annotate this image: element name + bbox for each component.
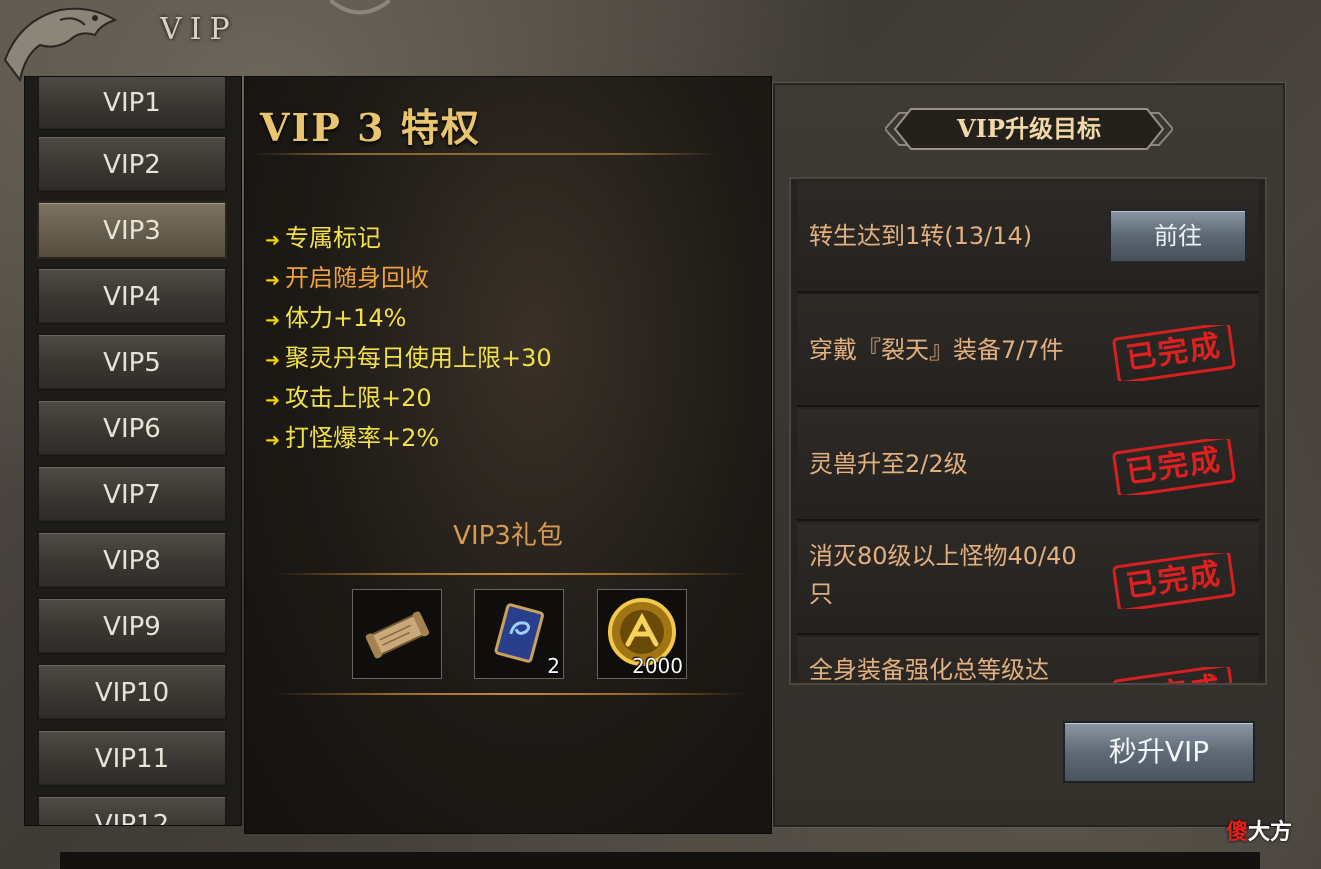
task-description: 穿戴『裂天』装备7/7件 <box>809 336 1064 364</box>
gift-item-slot[interactable]: 2 <box>474 589 564 679</box>
arrow-right-icon: ➜ <box>265 310 281 331</box>
arrow-right-icon: ➜ <box>265 350 281 371</box>
arrow-right-icon: ➜ <box>265 390 281 411</box>
benefit-item: ➜ 开启随身回收 <box>265 261 429 295</box>
vip-level-button-4[interactable]: VIP4 <box>37 267 227 325</box>
task-description: 转生达到1转(13/14) <box>809 222 1033 250</box>
task-description: 灵兽升至2/2级 <box>809 450 968 478</box>
arrow-right-icon: ➜ <box>265 230 281 251</box>
task-row: 全身装备强化总等级达 已完成 <box>797 637 1259 684</box>
gift-item-slot[interactable]: 2000 <box>597 589 687 679</box>
quick-upgrade-vip-button[interactable]: 秒升VIP <box>1063 721 1255 783</box>
gift-pack-title: VIP3礼包 <box>453 521 563 551</box>
task-row: 转生达到1转(13/14) 前往 <box>797 181 1259 293</box>
vip-level-button-11[interactable]: VIP11 <box>37 729 227 787</box>
window-title: VIP <box>160 12 238 47</box>
task-row: 穿戴『裂天』装备7/7件 已完成 <box>797 295 1259 407</box>
vip-level-button-3[interactable]: VIP3 <box>37 201 227 259</box>
privilege-panel: VIP 3 特权 ➜ 专属标记 ➜ 开启随身回收 ➜ 体力+14% ➜ 聚灵丹每日使用上… <box>244 76 772 834</box>
vip-level-button-10[interactable]: VIP10 <box>37 663 227 721</box>
goals-header-title: VIP升级目标 <box>957 114 1101 143</box>
goto-button[interactable]: 前往 <box>1109 209 1247 263</box>
completed-stamp: 已完成 <box>1112 436 1236 498</box>
watermark-logo: 傻大方 <box>1226 820 1293 845</box>
completed-stamp: 已完成 <box>1112 664 1236 683</box>
gift-item-slot[interactable] <box>352 589 442 679</box>
gift-divider-top <box>275 573 745 575</box>
arrow-right-icon: ➜ <box>265 270 281 291</box>
task-row: 灵兽升至2/2级 已完成 <box>797 409 1259 521</box>
benefit-item: ➜ 攻击上限+20 <box>265 381 432 415</box>
vip-level-button-2[interactable]: VIP2 <box>37 135 227 193</box>
bottom-frame-edge <box>60 852 1260 869</box>
task-list[interactable]: 转生达到1转(13/14) 前往 穿戴『裂天』装备7/7件 已完成 灵兽升至2/… <box>789 177 1267 685</box>
title-divider <box>255 153 715 155</box>
privilege-title: VIP 3 特权 <box>260 105 481 150</box>
task-description: 全身装备强化总等级达 <box>809 656 1049 684</box>
vip-level-button-7[interactable]: VIP7 <box>37 465 227 523</box>
benefit-item: ➜ 聚灵丹每日使用上限+30 <box>265 341 552 375</box>
vip-level-button-8[interactable]: VIP8 <box>37 531 227 589</box>
task-description: 消灭80级以上怪物40/40只 <box>809 542 1077 608</box>
vip-window: VIP VIP1 VIP2 VIP3 VIP4 VIP5 VIP6 VIP7 V… <box>0 0 1321 869</box>
vip-level-button-6[interactable]: VIP6 <box>37 399 227 457</box>
vip-level-button-12[interactable]: VIP12 <box>37 795 227 825</box>
task-row: 消灭80级以上怪物40/40只 已完成 <box>797 523 1259 635</box>
vip-level-list[interactable]: VIP1 VIP2 VIP3 VIP4 VIP5 VIP6 VIP7 VIP8 … <box>24 76 242 826</box>
vip-level-button-1[interactable]: VIP1 <box>37 77 227 131</box>
benefit-item: ➜ 专属标记 <box>265 221 381 255</box>
upgrade-goals-panel: VIP升级目标 转生达到1转(13/14) 前往 穿戴『裂天』装备7/7件 已完… <box>772 82 1286 828</box>
completed-stamp: 已完成 <box>1112 322 1236 384</box>
vip-level-button-9[interactable]: VIP9 <box>37 597 227 655</box>
benefit-item: ➜ 打怪爆率+2% <box>265 421 439 455</box>
top-ornament-icon <box>330 0 390 15</box>
vip-level-button-5[interactable]: VIP5 <box>37 333 227 391</box>
gift-divider-bottom <box>275 693 745 695</box>
benefit-item: ➜ 体力+14% <box>265 301 406 335</box>
arrow-right-icon: ➜ <box>265 430 281 451</box>
scroll-icon <box>365 611 430 659</box>
completed-stamp: 已完成 <box>1112 550 1236 612</box>
